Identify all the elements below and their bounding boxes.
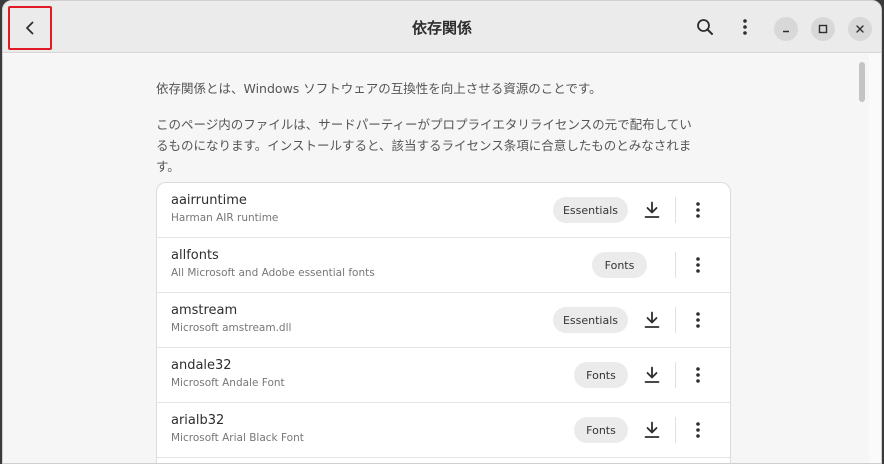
- main-menu-button[interactable]: [731, 13, 759, 41]
- dependency-list: aairruntime Harman AIR runtime Essential…: [156, 182, 731, 463]
- app-window: 依存関係 依存関係とは、Windows ソフトウェアの互換性を向上させる資源のこ…: [2, 0, 882, 464]
- row-menu-button[interactable]: [685, 307, 711, 333]
- download-button[interactable]: [639, 362, 665, 388]
- license-text-line-1: このページ内のファイルは、サードパーティーがプロプライエタリライセンスの元で配布…: [156, 117, 692, 132]
- minimize-button[interactable]: [774, 17, 798, 41]
- intro-text: 依存関係とは、Windows ソフトウェアの互換性を向上させる資源のことです。: [156, 81, 602, 96]
- vertical-dots-icon: [696, 202, 700, 218]
- dependency-name: amstream: [171, 303, 238, 318]
- dependency-name: aairruntime: [171, 193, 247, 208]
- download-icon: [644, 366, 660, 383]
- download-icon: [644, 201, 660, 218]
- back-button[interactable]: [8, 6, 52, 50]
- minimize-icon: [783, 30, 789, 33]
- download-button[interactable]: [639, 307, 665, 333]
- vertical-dots-icon: [743, 19, 747, 35]
- category-badge: Fonts: [592, 252, 647, 278]
- vertical-dots-icon: [696, 422, 700, 438]
- list-item[interactable]: arialb32 Microsoft Arial Black Font Font…: [157, 403, 730, 458]
- row-menu-button[interactable]: [685, 417, 711, 443]
- list-item[interactable]: aairruntime Harman AIR runtime Essential…: [157, 183, 730, 238]
- dependency-description: All Microsoft and Adobe essential fonts: [171, 267, 375, 279]
- license-text-line-2: るものになります。インストールすると、該当するライセンス条項に合意したものとみな…: [156, 138, 692, 153]
- maximize-button[interactable]: [811, 17, 835, 41]
- row-menu-button[interactable]: [685, 197, 711, 223]
- separator: [675, 197, 676, 223]
- dependency-description: Harman AIR runtime: [171, 212, 279, 224]
- separator: [675, 252, 676, 278]
- separator: [675, 417, 676, 443]
- scrollbar[interactable]: [855, 54, 869, 463]
- content-area[interactable]: 依存関係とは、Windows ソフトウェアの互換性を向上させる資源のことです。 …: [3, 54, 869, 463]
- vertical-dots-icon: [696, 312, 700, 328]
- close-button[interactable]: [848, 17, 872, 41]
- row-menu-button[interactable]: [685, 252, 711, 278]
- close-icon: [856, 25, 864, 33]
- dependency-name: allfonts: [171, 248, 219, 263]
- dependency-name: arialb32: [171, 413, 225, 428]
- list-item[interactable]: amstream Microsoft amstream.dll Essentia…: [157, 293, 730, 348]
- separator: [675, 307, 676, 333]
- dependency-description: Microsoft Andale Font: [171, 377, 285, 389]
- search-button[interactable]: [691, 13, 719, 41]
- vertical-dots-icon: [696, 367, 700, 383]
- vertical-dots-icon: [696, 257, 700, 273]
- download-button[interactable]: [639, 197, 665, 223]
- category-badge: Essentials: [553, 197, 628, 223]
- dependency-description: Microsoft amstream.dll: [171, 322, 292, 334]
- scrollbar-thumb[interactable]: [859, 62, 865, 102]
- category-badge: Fonts: [574, 417, 628, 443]
- download-button[interactable]: [639, 417, 665, 443]
- list-item[interactable]: allfonts All Microsoft and Adobe essenti…: [157, 238, 730, 293]
- separator: [675, 362, 676, 388]
- download-icon: [644, 311, 660, 328]
- row-menu-button[interactable]: [685, 362, 711, 388]
- dependency-description: Microsoft Arial Black Font: [171, 432, 304, 444]
- maximize-icon: [818, 24, 828, 34]
- license-text-line-3: す。: [156, 159, 180, 174]
- list-item[interactable]: andale32 Microsoft Andale Font Fonts: [157, 348, 730, 403]
- header-bar: 依存関係: [3, 1, 881, 53]
- chevron-left-icon: [26, 21, 34, 35]
- dependency-name: andale32: [171, 358, 232, 373]
- category-badge: Essentials: [553, 307, 628, 333]
- category-badge: Fonts: [574, 362, 628, 388]
- download-icon: [644, 421, 660, 438]
- search-icon: [697, 19, 713, 35]
